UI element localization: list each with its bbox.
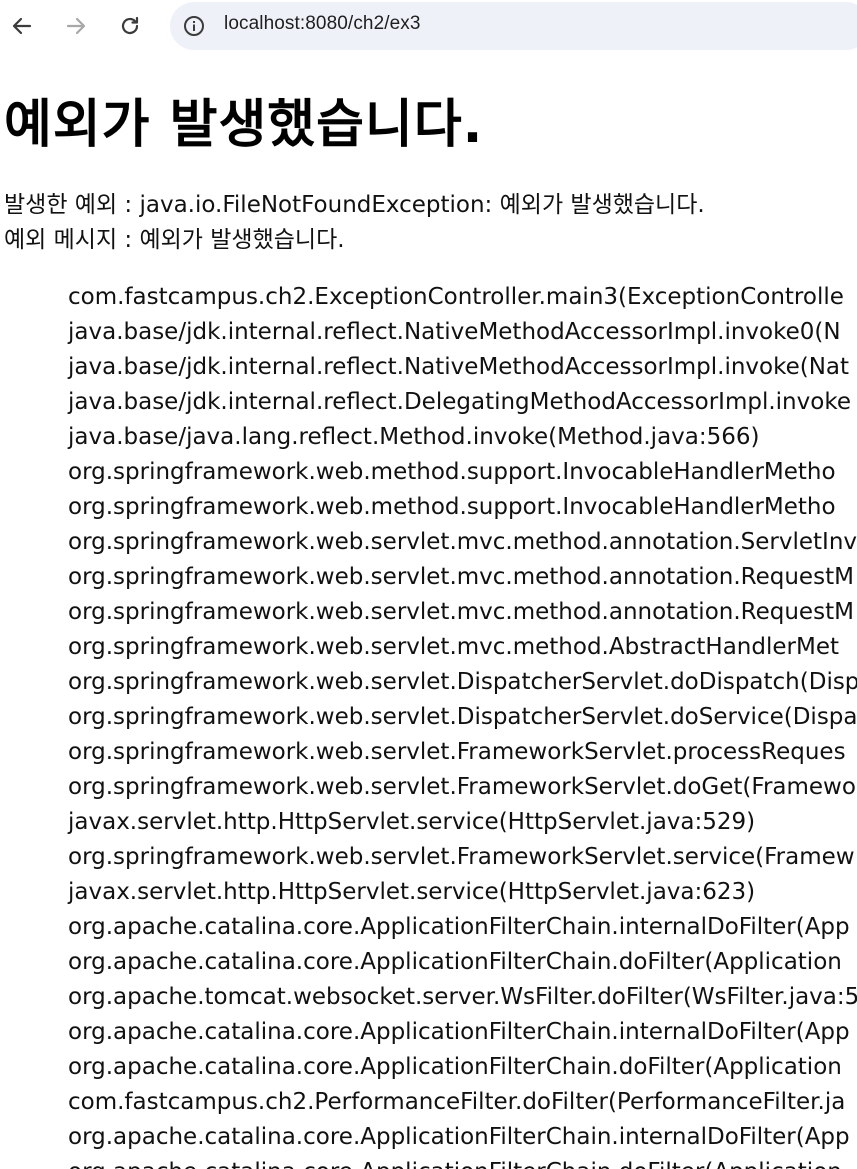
stack-trace-text: org.apache.catalina.core.ApplicationFilt…	[68, 1054, 842, 1080]
stack-trace-text: java.base/jdk.internal.reflect.NativeMet…	[68, 354, 850, 380]
arrow-right-icon	[66, 17, 86, 35]
stack-trace-text: org.apache.catalina.core.ApplicationFilt…	[68, 949, 842, 975]
stack-trace-text: org.springframework.web.servlet.Framewor…	[68, 739, 846, 765]
stack-trace-text: org.springframework.web.servlet.mvc.meth…	[68, 564, 854, 590]
stack-trace-text: java.base/jdk.internal.reflect.Delegatin…	[68, 389, 851, 415]
stack-trace-text: org.springframework.web.servlet.Dispatch…	[68, 669, 857, 695]
exception-message-line: 예외 메시지 : 예외가 발생했습니다.	[4, 227, 345, 253]
stack-trace-text: org.apache.catalina.core.ApplicationFilt…	[68, 1155, 842, 1169]
stack-trace-text: javax.servlet.http.HttpServlet.service(H…	[68, 879, 756, 905]
stack-trace-text: org.springframework.web.servlet.Framewor…	[68, 844, 855, 870]
reload-icon	[121, 16, 139, 35]
stack-trace-text: org.apache.tomcat.websocket.server.WsFil…	[68, 984, 857, 1010]
browser-toolbar: localhost:8080/ch2/ex3	[0, 0, 857, 52]
stack-trace-text: javax.servlet.http.HttpServlet.service(H…	[68, 809, 756, 835]
stack-trace-text: java.base/jdk.internal.reflect.NativeMet…	[68, 319, 841, 345]
exception-line: 발생한 예외 : java.io.FileNotFoundException: …	[4, 192, 705, 218]
stack-trace-text: org.apache.catalina.core.ApplicationFilt…	[68, 1124, 850, 1150]
stack-trace-text: org.springframework.web.servlet.Dispatch…	[68, 704, 857, 730]
stack-trace-text: org.springframework.web.servlet.mvc.meth…	[68, 529, 857, 555]
stack-trace-text: com.fastcampus.ch2.PerformanceFilter.doF…	[68, 1089, 846, 1115]
stack-trace-text: org.springframework.web.method.support.I…	[68, 494, 836, 520]
stack-trace-text: org.springframework.web.method.support.I…	[68, 459, 836, 485]
page-content: 예외가 발생했습니다. 발생한 예외 : java.io.FileNotFoun…	[0, 52, 857, 1169]
arrow-left-icon	[12, 17, 32, 35]
stack-trace-text: org.apache.catalina.core.ApplicationFilt…	[68, 914, 850, 940]
url-text[interactable]: localhost:8080/ch2/ex3	[224, 13, 421, 35]
info-icon	[184, 16, 204, 36]
stack-trace-text: org.springframework.web.servlet.mvc.meth…	[68, 599, 854, 625]
stack-trace-text: org.apache.catalina.core.ApplicationFilt…	[68, 1019, 850, 1045]
stack-trace-text: java.base/java.lang.reflect.Method.invok…	[68, 424, 760, 450]
site-info-button[interactable]	[180, 12, 208, 40]
forward-button[interactable]	[60, 8, 92, 44]
back-button[interactable]	[6, 8, 38, 44]
stack-trace-text: com.fastcampus.ch2.ExceptionController.m…	[68, 284, 844, 310]
stack-trace-text: org.springframework.web.servlet.mvc.meth…	[68, 634, 839, 660]
stack-trace-text: org.springframework.web.servlet.Framewor…	[68, 774, 856, 800]
reload-button[interactable]	[114, 8, 146, 44]
page-title: 예외가 발생했습니다.	[4, 95, 484, 155]
